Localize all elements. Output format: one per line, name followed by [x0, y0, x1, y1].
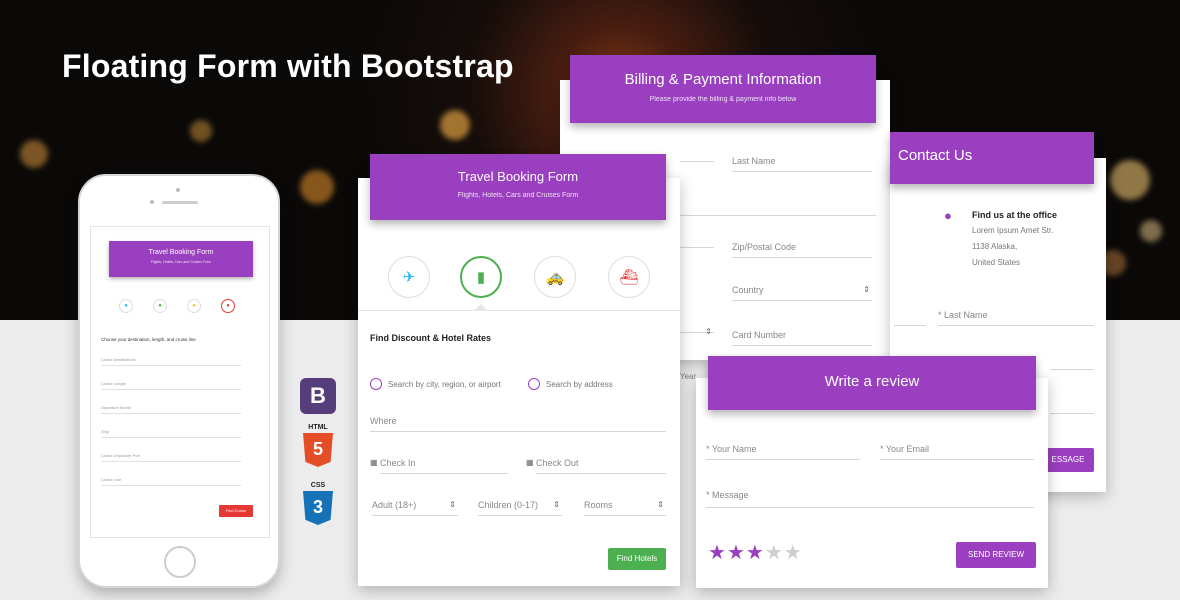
phone-find-button[interactable]: Find Cruise: [219, 505, 253, 517]
active-tab-pointer: [475, 304, 487, 310]
check-out-field[interactable]: Check Out: [536, 458, 666, 474]
bokeh-light: [20, 140, 48, 168]
phone-prompt: Choose your destination, length, and cru…: [101, 337, 196, 342]
contact-header-band: Contact Us: [890, 132, 1094, 184]
travel-card: ✈ ▮ 🚕 ⛴ Find Discount & Hotel Rates Sear…: [358, 178, 680, 586]
star-empty-icon[interactable]: ★: [765, 542, 784, 564]
contact-message-field[interactable]: [1050, 398, 1094, 414]
calendar-icon: ▦: [526, 458, 534, 467]
radio-address-label: Search by address: [546, 380, 613, 389]
radio-city[interactable]: [370, 378, 382, 390]
css3-logo-label: CSS: [310, 482, 326, 489]
contact-first-name-field[interactable]: [894, 310, 926, 326]
phone-camera: [150, 200, 154, 204]
contact-last-name-field[interactable]: * Last Name: [938, 310, 1094, 326]
contact-office-title: Find us at the office: [972, 210, 1058, 220]
billing-card-number-field[interactable]: Card Number: [732, 330, 872, 346]
phone-speaker: [162, 201, 198, 204]
calendar-icon: ▦: [370, 458, 378, 467]
phone-hotel-icon[interactable]: ●: [153, 299, 167, 313]
phone-field[interactable]: Cruise Line: [101, 477, 241, 486]
flight-icon[interactable]: ✈: [388, 256, 430, 298]
radio-address[interactable]: [528, 378, 540, 390]
phone-sensor: [176, 188, 180, 192]
travel-title: Travel Booking Form: [457, 169, 579, 184]
contact-address-line: 1138 Alaska,: [972, 242, 1018, 251]
contact-send-button[interactable]: ESSAGE: [1042, 448, 1094, 472]
contact-address-line: Lorem Ipsum Amet Str.: [972, 226, 1054, 235]
contact-title: Contact Us: [898, 147, 973, 164]
billing-city-field[interactable]: [680, 242, 714, 248]
phone-car-icon[interactable]: ●: [187, 299, 201, 313]
billing-last-name-field[interactable]: Last Name: [732, 156, 872, 172]
html5-logo: HTML 5: [300, 424, 336, 472]
billing-address-field[interactable]: [680, 200, 876, 216]
review-header-band: Write a review: [708, 356, 1036, 410]
bokeh-light: [190, 120, 212, 142]
bokeh-light: [1110, 160, 1150, 200]
travel-subtitle: Flights, Hotels, Cars and Cruises Form: [457, 192, 579, 199]
rooms-select[interactable]: Rooms: [584, 500, 666, 516]
tab-divider: [358, 310, 680, 311]
adult-select[interactable]: Adult (18+): [372, 500, 458, 516]
phone-field[interactable]: Cruise Destinations: [101, 357, 241, 366]
phone-flight-icon[interactable]: ●: [119, 299, 133, 313]
phone-header-band: Travel Booking Form Flights, Hotels, Car…: [109, 241, 253, 277]
phone-field[interactable]: Ship: [101, 429, 241, 438]
star-rating[interactable]: ★★★★★: [708, 540, 803, 565]
page-title: Floating Form with Bootstrap: [62, 48, 514, 84]
phone-field[interactable]: Cruise Departure Port: [101, 453, 241, 462]
radio-city-label: Search by city, region, or airport: [388, 380, 501, 389]
children-select[interactable]: Children (0-17): [478, 500, 562, 516]
contact-address-line: United States: [972, 258, 1021, 267]
css3-shield: 3: [303, 491, 333, 525]
bokeh-light: [440, 110, 470, 140]
css3-logo: CSS 3: [300, 482, 336, 532]
bokeh-light: [1140, 220, 1162, 242]
send-review-button[interactable]: SEND REVIEW: [956, 542, 1036, 568]
phone-form-title: Travel Booking Form: [148, 249, 214, 256]
hotel-icon[interactable]: ▮: [460, 256, 502, 298]
billing-header-band: Billing & Payment Information Please pro…: [570, 55, 876, 123]
phone-field[interactable]: Departure Month: [101, 405, 241, 414]
review-message-field[interactable]: * Message: [706, 490, 1034, 508]
phone-cruise-icon[interactable]: ●: [221, 299, 235, 313]
star-filled-icon[interactable]: ★: [727, 542, 746, 564]
section-title: Find Discount & Hotel Rates: [370, 333, 492, 343]
cruise-icon[interactable]: ⛴: [608, 256, 650, 298]
phone-field[interactable]: Cruise Length: [101, 381, 241, 390]
star-filled-icon[interactable]: ★: [708, 542, 727, 564]
bootstrap-logo: B: [300, 378, 336, 414]
phone-mockup: Travel Booking Form Flights, Hotels, Car…: [78, 174, 280, 588]
html5-shield: 5: [303, 433, 333, 467]
travel-header-band: Travel Booking Form Flights, Hotels, Car…: [370, 154, 666, 220]
check-in-field[interactable]: Check In: [380, 458, 508, 474]
find-hotels-button[interactable]: Find Hotels: [608, 548, 666, 570]
bokeh-light: [300, 170, 334, 204]
billing-country-select[interactable]: Country: [732, 285, 872, 301]
contact-email-field[interactable]: [1050, 354, 1094, 370]
where-field[interactable]: Where: [370, 416, 666, 432]
billing-state-select[interactable]: [680, 327, 714, 336]
phone-home-button: [164, 546, 196, 578]
star-filled-icon[interactable]: ★: [746, 542, 765, 564]
billing-year-label: Year: [680, 372, 697, 381]
review-email-field[interactable]: * Your Email: [880, 444, 1034, 460]
billing-title: Billing & Payment Information: [624, 71, 822, 88]
billing-first-name-field[interactable]: [680, 156, 714, 162]
star-empty-icon[interactable]: ★: [784, 542, 803, 564]
html5-logo-label: HTML: [308, 424, 328, 431]
phone-screen: Travel Booking Form Flights, Hotels, Car…: [90, 226, 270, 538]
billing-zip-field[interactable]: Zip/Postal Code: [732, 242, 872, 258]
billing-subtitle: Please provide the billing & payment inf…: [649, 96, 797, 103]
phone-form-subtitle: Flights, Hotels, Cars and Cruises Form: [150, 260, 212, 264]
review-name-field[interactable]: * Your Name: [706, 444, 860, 460]
car-icon[interactable]: 🚕: [534, 256, 576, 298]
review-title: Write a review: [824, 373, 920, 390]
map-pin-icon: ●: [944, 208, 952, 223]
